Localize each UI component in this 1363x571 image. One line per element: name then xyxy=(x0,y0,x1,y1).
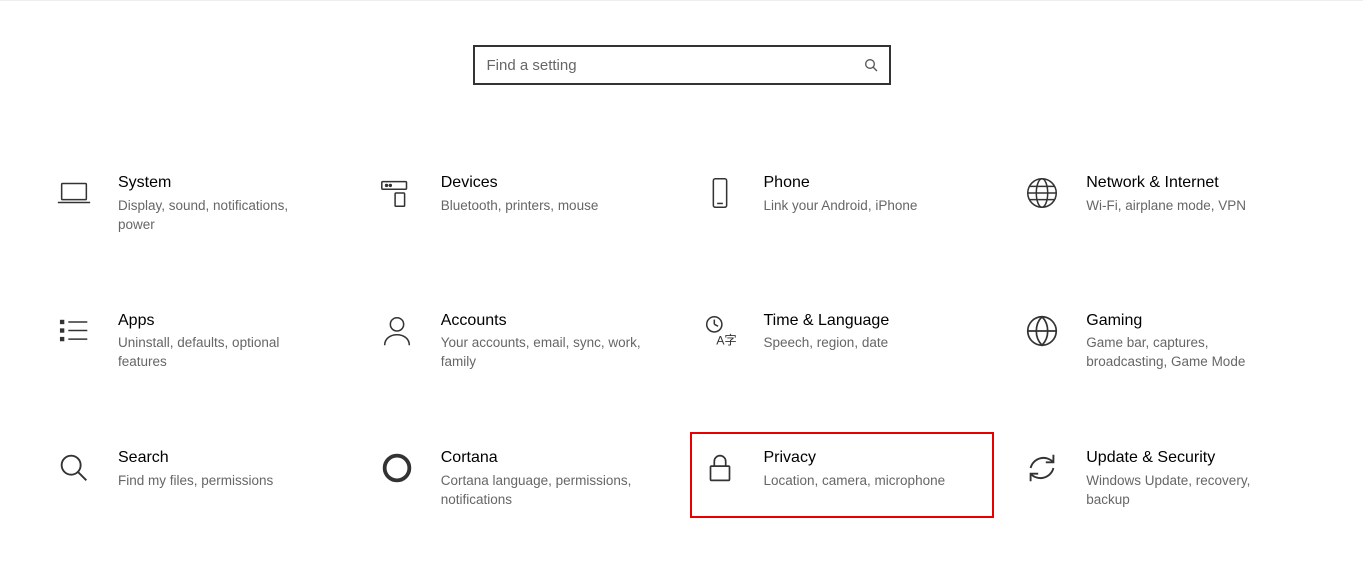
person-icon xyxy=(377,311,417,351)
tile-title: Privacy xyxy=(764,448,985,469)
tile-title: Gaming xyxy=(1086,311,1309,332)
phone-icon xyxy=(700,173,740,213)
search-icon xyxy=(863,57,879,73)
tile-title: Devices xyxy=(441,173,664,194)
tile-subtitle: Display, sound, notifications, power xyxy=(118,197,318,235)
svg-text:A字: A字 xyxy=(716,332,737,347)
tile-title: Apps xyxy=(118,311,341,332)
tile-subtitle: Location, camera, microphone xyxy=(764,472,964,491)
tile-title: Time & Language xyxy=(764,311,987,332)
tile-phone[interactable]: Phone Link your Android, iPhone xyxy=(692,165,995,243)
tile-subtitle: Bluetooth, printers, mouse xyxy=(441,197,641,216)
tile-subtitle: Game bar, captures, broadcasting, Game M… xyxy=(1086,334,1286,372)
tile-subtitle: Your accounts, email, sync, work, family xyxy=(441,334,641,372)
tile-title: Cortana xyxy=(441,448,664,469)
laptop-icon xyxy=(54,173,94,213)
tile-devices[interactable]: Devices Bluetooth, printers, mouse xyxy=(369,165,672,243)
tile-system[interactable]: System Display, sound, notifications, po… xyxy=(46,165,349,243)
apps-icon xyxy=(54,311,94,351)
tile-privacy[interactable]: Privacy Location, camera, microphone xyxy=(690,432,995,518)
search-input[interactable] xyxy=(487,57,863,74)
tile-subtitle: Uninstall, defaults, optional features xyxy=(118,334,318,372)
tile-search[interactable]: Search Find my files, permissions xyxy=(46,440,349,518)
search-box[interactable] xyxy=(473,45,891,85)
tile-title: Network & Internet xyxy=(1086,173,1309,194)
tile-update-security[interactable]: Update & Security Windows Update, recove… xyxy=(1014,440,1317,518)
time-language-icon: A字 xyxy=(700,311,740,351)
magnifier-icon xyxy=(54,448,94,488)
tile-subtitle: Find my files, permissions xyxy=(118,472,318,491)
sync-icon xyxy=(1022,448,1062,488)
tile-gaming[interactable]: Gaming Game bar, captures, broadcasting,… xyxy=(1014,303,1317,381)
tile-subtitle: Link your Android, iPhone xyxy=(764,197,964,216)
tile-cortana[interactable]: Cortana Cortana language, permissions, n… xyxy=(369,440,672,518)
tile-time-language[interactable]: A字 Time & Language Speech, region, date xyxy=(692,303,995,381)
tile-subtitle: Windows Update, recovery, backup xyxy=(1086,472,1286,510)
settings-grid: System Display, sound, notifications, po… xyxy=(46,165,1317,518)
tile-title: Accounts xyxy=(441,311,664,332)
tile-title: Phone xyxy=(764,173,987,194)
cortana-icon xyxy=(377,448,417,488)
lock-icon xyxy=(700,448,740,488)
tile-accounts[interactable]: Accounts Your accounts, email, sync, wor… xyxy=(369,303,672,381)
tile-title: Search xyxy=(118,448,341,469)
tile-network[interactable]: Network & Internet Wi-Fi, airplane mode,… xyxy=(1014,165,1317,243)
tile-subtitle: Wi-Fi, airplane mode, VPN xyxy=(1086,197,1286,216)
tile-subtitle: Speech, region, date xyxy=(764,334,964,353)
tile-apps[interactable]: Apps Uninstall, defaults, optional featu… xyxy=(46,303,349,381)
tile-title: System xyxy=(118,173,341,194)
gaming-icon xyxy=(1022,311,1062,351)
globe-icon xyxy=(1022,173,1062,213)
tile-title: Update & Security xyxy=(1086,448,1309,469)
tile-subtitle: Cortana language, permissions, notificat… xyxy=(441,472,641,510)
devices-icon xyxy=(377,173,417,213)
